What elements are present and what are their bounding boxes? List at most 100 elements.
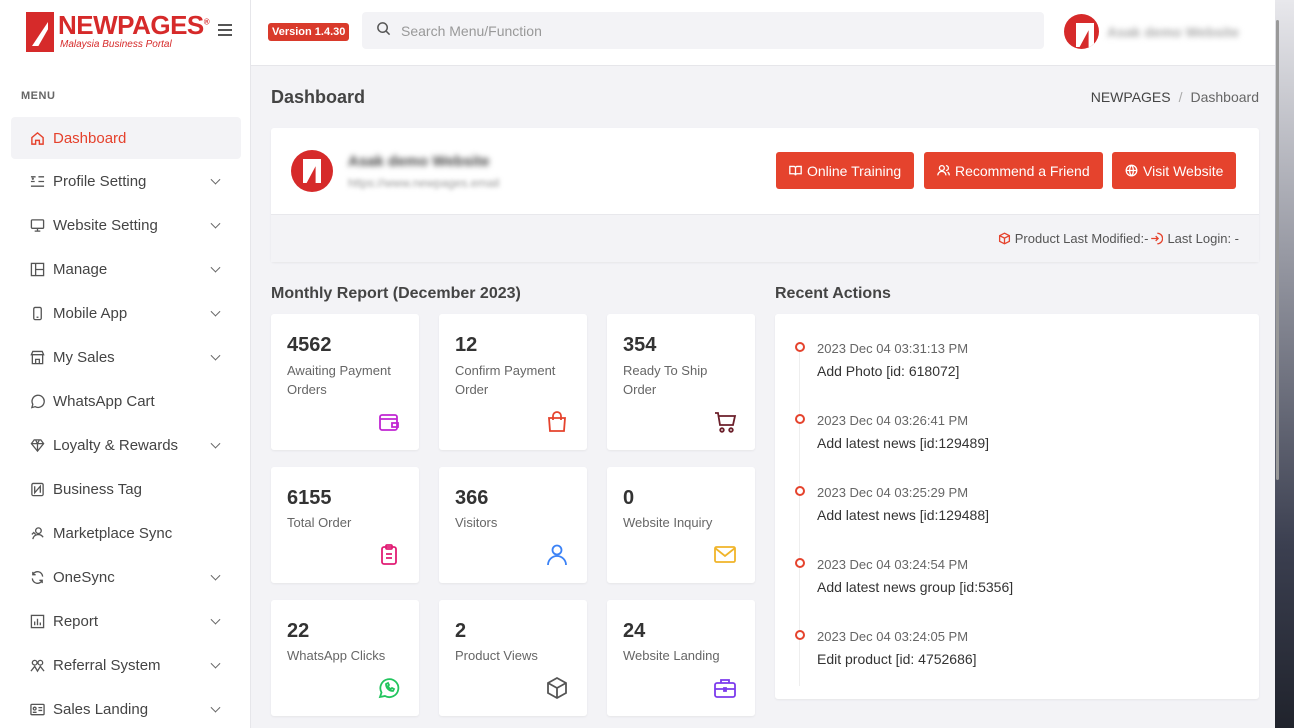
stat-card-whatsapp-clicks[interactable]: 22 WhatsApp Clicks [271, 600, 419, 716]
stat-value: 4562 [287, 334, 332, 356]
timeline-dot [795, 342, 805, 352]
timeline-dot [795, 486, 805, 496]
brand-tagline: Malaysia Business Portal [60, 39, 172, 50]
timeline-time: 2023 Dec 04 03:26:41 PM [817, 413, 969, 428]
sidebar-item-label: Website Setting [53, 216, 158, 234]
monitor-icon [29, 217, 45, 233]
stat-label: Confirm Payment Order [455, 363, 556, 397]
sidebar-item-label: Manage [53, 260, 108, 278]
product-last-modified: Product Last Modified:- [1014, 231, 1149, 246]
stat-card-website-landing[interactable]: 24 Website Landing [607, 600, 755, 716]
profile-meta: Product Last Modified:- Last Login: - [998, 231, 1239, 246]
sidebar-item-website-setting[interactable]: Website Setting [11, 203, 241, 247]
timeline-text: Edit product [id: 4752686] [817, 651, 977, 667]
sidebar-item-dashboard[interactable]: Dashboard [11, 117, 241, 159]
users-icon [937, 164, 950, 176]
stat-label: Website Landing [623, 648, 720, 663]
timeline-dot [795, 558, 805, 568]
sidebar-item-label: Mobile App [53, 304, 128, 322]
chevron-down-icon [210, 658, 221, 669]
sidebar-item-report[interactable]: Report [11, 599, 241, 643]
chevron-down-icon [210, 350, 221, 361]
profile-card: Asak demo Website https://www.newpages.e… [271, 128, 1259, 262]
scrollbar[interactable] [1276, 20, 1279, 480]
diamond-icon [29, 437, 45, 453]
monthly-report-title: Monthly Report (December 2023) [271, 285, 521, 302]
stat-value: 24 [623, 620, 646, 642]
stat-card-ready-to-ship[interactable]: 354 Ready To Ship Order [607, 314, 755, 450]
site-url[interactable]: https://www.newpages.email [348, 176, 499, 190]
chevron-down-icon [210, 438, 221, 449]
breadcrumb-current: Dashboard [1190, 89, 1260, 105]
globe-icon [1125, 164, 1138, 177]
visit-website-label: Visit Website [1143, 162, 1224, 179]
stat-value: 22 [287, 620, 310, 642]
stat-label: Visitors [455, 515, 498, 530]
sidebar-item-label: Loyalty & Rewards [53, 436, 179, 454]
site-logo [291, 150, 333, 192]
stat-value: 6155 [287, 487, 332, 509]
visit-website-button[interactable]: Visit Website [1112, 152, 1237, 189]
timeline-time: 2023 Dec 04 03:31:13 PM [817, 341, 969, 356]
chevron-down-icon [210, 262, 221, 273]
stat-value: 0 [623, 487, 635, 509]
menu-section-label: MENU [21, 90, 56, 102]
sidebar-item-loyalty-rewards[interactable]: Loyalty & Rewards [11, 423, 241, 467]
page-title: Dashboard [271, 87, 366, 107]
chevron-down-icon [210, 570, 221, 581]
timeline-text: Add latest news [id:129489] [817, 435, 990, 451]
mail-icon [714, 546, 736, 563]
refresh-icon [29, 569, 45, 585]
user-icon [547, 544, 567, 566]
sidebar-item-label: Referral System [53, 656, 161, 674]
sidebar-item-onesync[interactable]: OneSync [11, 555, 241, 599]
sidebar-item-manage[interactable]: Manage [11, 247, 241, 291]
store-icon [29, 349, 45, 365]
window-edge [1275, 0, 1294, 728]
users-sync-icon [29, 525, 45, 541]
sidebar-item-mobile-app[interactable]: Mobile App [11, 291, 241, 335]
sidebar-item-label: Profile Setting [53, 172, 147, 190]
sidebar-item-whatsapp-cart[interactable]: WhatsApp Cart [11, 379, 241, 423]
briefcase-icon [714, 679, 736, 698]
site-name: Asak demo Website [348, 153, 490, 170]
user-menu[interactable]: Asak demo Website [1064, 14, 1239, 49]
sidebar-item-business-tag[interactable]: Business Tag [11, 467, 241, 511]
sidebar-item-sales-landing[interactable]: Sales Landing [11, 687, 241, 728]
sidebar-item-referral-system[interactable]: Referral System [11, 643, 241, 687]
whatsapp-icon [378, 678, 400, 699]
stat-label: WhatsApp Clicks [287, 648, 386, 663]
shopping-bag-icon [548, 411, 566, 432]
timeline-dot [795, 414, 805, 424]
search-input[interactable] [401, 22, 1001, 39]
stat-label: Ready To Ship Order [623, 363, 708, 397]
sidebar-item-label: Sales Landing [53, 700, 149, 718]
hamburger-menu-icon[interactable] [218, 24, 232, 36]
online-training-button[interactable]: Online Training [776, 152, 915, 189]
clipboard-icon [381, 544, 397, 565]
search-box[interactable] [362, 12, 1044, 49]
id-card-icon [29, 701, 45, 717]
sidebar-item-label: Report [53, 612, 99, 630]
sidebar-item-marketplace-sync[interactable]: Marketplace Sync [11, 511, 241, 555]
recommend-friend-button[interactable]: Recommend a Friend [924, 152, 1103, 189]
stat-card-confirm-payment[interactable]: 12 Confirm Payment Order [439, 314, 587, 450]
book-icon [789, 165, 802, 176]
stat-label: Product Views [455, 648, 538, 663]
sidebar-item-label: My Sales [53, 348, 115, 366]
mobile-icon [29, 305, 45, 321]
stat-card-product-views[interactable]: 2 Product Views [439, 600, 587, 716]
stat-card-total-order[interactable]: 6155 Total Order [271, 467, 419, 583]
online-training-label: Online Training [807, 162, 902, 179]
stat-card-website-inquiry[interactable]: 0 Website Inquiry [607, 467, 755, 583]
last-login: Last Login: - [1167, 231, 1239, 246]
sidebar-item-my-sales[interactable]: My Sales [11, 335, 241, 379]
chevron-down-icon [210, 702, 221, 713]
newpages-logo[interactable]: NEWPAGES® Malaysia Business Portal [26, 10, 210, 54]
stat-card-visitors[interactable]: 366 Visitors [439, 467, 587, 583]
sidebar-item-profile-setting[interactable]: Profile Setting [11, 159, 241, 203]
chevron-down-icon [210, 614, 221, 625]
stat-label: Awaiting Payment Orders [287, 363, 391, 397]
stat-card-awaiting-payment[interactable]: 4562 Awaiting Payment Orders [271, 314, 419, 450]
breadcrumb-home-link[interactable]: NEWPAGES [1091, 89, 1171, 105]
